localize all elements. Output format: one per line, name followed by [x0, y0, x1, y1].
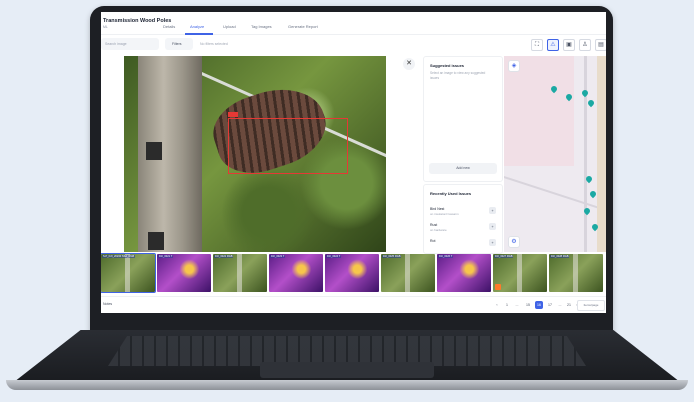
page-button-active[interactable]: 16: [535, 301, 543, 309]
image-thumbnail[interactable]: DJI_0028 RGB: [549, 254, 603, 292]
image-thumbnail[interactable]: DJI_0027 RGB: [493, 254, 547, 292]
image-icon[interactable]: ▣: [563, 39, 575, 51]
filters-note: No filters selected: [200, 42, 228, 46]
close-icon[interactable]: ✕: [403, 58, 415, 70]
recent-issue-detail: on insulator/crossarm: [430, 212, 459, 216]
map-road: [584, 56, 587, 252]
recent-issue-name: Rust: [430, 223, 438, 227]
thumbnail-label: DJI_0028 RGB: [550, 255, 570, 258]
annotation-tag[interactable]: [228, 112, 238, 117]
expand-icon[interactable]: ⛶: [531, 39, 543, 51]
image-thumbnail[interactable]: DJI_0025 RGB: [381, 254, 435, 292]
thumbnail-label: DJI_0025 RGB: [382, 255, 402, 258]
pole-bracket: [146, 142, 162, 160]
thumbnail-label: S.P_DJI_20230 SSA_RGB: [102, 255, 136, 258]
folder-icon[interactable]: ▤: [595, 39, 606, 51]
image-thumbnail[interactable]: DJI_0023 T: [269, 254, 323, 292]
prev-page-icon[interactable]: ‹: [493, 301, 501, 309]
top-bar: Transmission Wood Poles ML Details Analy…: [101, 12, 606, 35]
thumbnail-label: DJI_0024 T: [326, 255, 342, 258]
recent-issues-panel: Recently Used Issues Bird Nest on insula…: [423, 184, 503, 254]
page-button[interactable]: 21: [565, 301, 573, 309]
thumbnail-label: DJI_0022 RGB: [214, 255, 234, 258]
page-button[interactable]: 15: [524, 301, 532, 309]
app-screen: Transmission Wood Poles ML Details Analy…: [101, 12, 606, 313]
recent-issues-title: Recently Used Issues: [430, 191, 472, 196]
warning-icon[interactable]: ⚠: [547, 39, 559, 51]
recent-issue-name: Bird Nest: [430, 207, 445, 211]
map-settings-icon[interactable]: ⚙: [508, 236, 520, 248]
thumbnail-label: DJI_0027 RGB: [494, 255, 514, 258]
tab-generate-report[interactable]: Generate Report: [288, 24, 318, 29]
page-ellipsis: ...: [515, 303, 519, 307]
page-ellipsis: ...: [558, 303, 562, 307]
thumbnail-pole: [517, 254, 522, 292]
page-button[interactable]: 17: [546, 301, 554, 309]
filters-button[interactable]: Filters: [165, 38, 193, 50]
inspection-photo[interactable]: [124, 56, 386, 252]
tab-analyze[interactable]: Analyze: [190, 24, 204, 29]
image-thumbnail[interactable]: DJI_0026 T: [437, 254, 491, 292]
image-thumbnail[interactable]: S.P_DJI_20230 SSA_RGB: [101, 253, 156, 293]
thumbnail-pole: [125, 254, 130, 292]
notes-link[interactable]: Notes: [103, 302, 112, 306]
laptop-base-edge: [6, 380, 688, 390]
thumbnail-label: DJI_0023 T: [270, 255, 286, 258]
items-per-page-select[interactable]: Items/page: [577, 300, 605, 311]
suggested-issues-panel: Suggested issues Select an image to view…: [423, 56, 503, 182]
suggested-issues-body: Select an image to view any suggested is…: [430, 71, 486, 80]
app-title: Transmission Wood Poles: [103, 18, 172, 24]
add-issue-button[interactable]: Add new: [429, 163, 497, 174]
page-button[interactable]: 1: [503, 301, 511, 309]
asset-map[interactable]: ◈ ⚙: [504, 56, 606, 252]
thumbnail-label: DJI_0021 T: [158, 255, 174, 258]
add-recent-issue-button[interactable]: +: [489, 223, 496, 230]
laptop-touchpad: [260, 362, 434, 378]
thumbnail-pole: [573, 254, 578, 292]
map-area: [597, 56, 606, 252]
issue-badge: [495, 284, 501, 290]
recent-issue-name: Rot: [430, 239, 436, 243]
image-filmstrip: S.P_DJI_20230 SSA_RGB DJI_0021 T DJI_002…: [101, 253, 606, 294]
add-recent-issue-button[interactable]: +: [489, 239, 496, 246]
pole-marker[interactable]: [580, 88, 590, 98]
user-icon[interactable]: ♙: [579, 39, 591, 51]
map-area: [504, 56, 574, 166]
app-subtitle: ML: [103, 25, 108, 29]
thumbnail-pole: [237, 254, 242, 292]
suggested-issues-title: Suggested issues: [430, 63, 465, 68]
image-thumbnail[interactable]: DJI_0021 T: [157, 254, 211, 292]
filters-label: Filters: [172, 42, 182, 46]
toolbar: Search image Filters No filters selected…: [101, 38, 606, 52]
search-input[interactable]: Search image: [101, 38, 159, 50]
add-recent-issue-button[interactable]: +: [489, 207, 496, 214]
active-tab-indicator: [185, 33, 213, 35]
pagination-footer: Notes ‹ 1 ... 15 16 17 ... 21 › Items/pa…: [101, 296, 606, 313]
pole-marker[interactable]: [588, 189, 598, 199]
image-thumbnail[interactable]: DJI_0024 T: [325, 254, 379, 292]
image-thumbnail[interactable]: DJI_0022 RGB: [213, 254, 267, 292]
tab-details[interactable]: Details: [163, 24, 175, 29]
thumbnail-pole: [405, 254, 410, 292]
tab-tag-images[interactable]: Tag Images: [251, 24, 272, 29]
annotation-bounding-box[interactable]: [228, 118, 348, 174]
pole-marker[interactable]: [586, 98, 596, 108]
recent-issue-detail: on hardware: [430, 228, 447, 232]
layers-icon[interactable]: ◈: [508, 60, 520, 72]
pole-bracket: [148, 232, 164, 250]
tab-upload[interactable]: Upload: [223, 24, 236, 29]
thumbnail-label: DJI_0026 T: [438, 255, 454, 258]
